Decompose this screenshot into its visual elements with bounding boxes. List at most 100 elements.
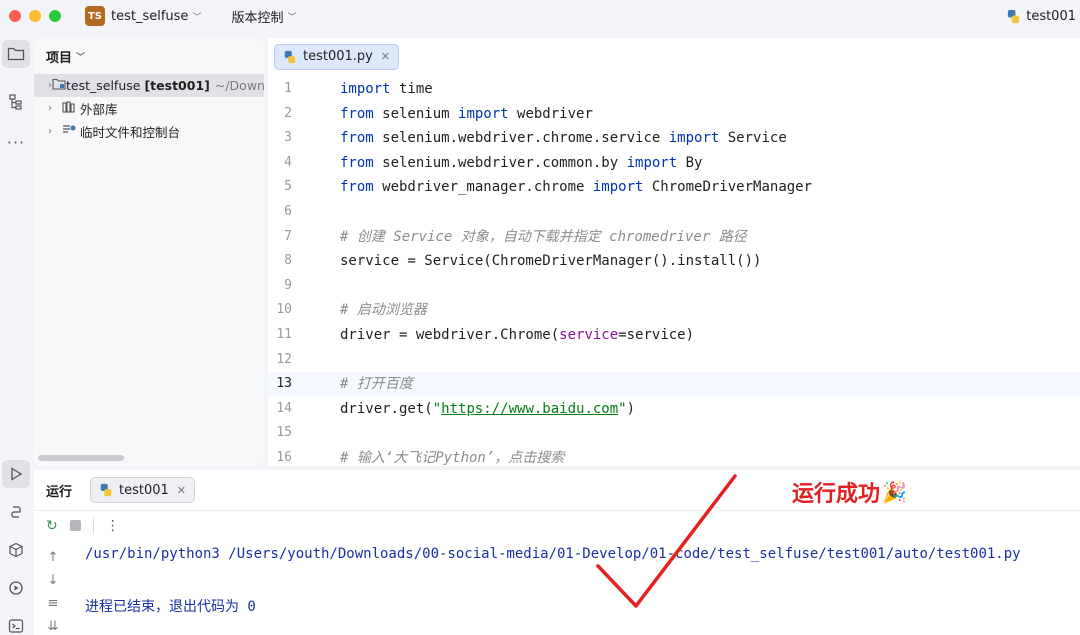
line-number: 15	[276, 425, 292, 441]
code-line: 16 # 输入‘大飞记Python’，点击搜索	[268, 446, 1080, 466]
project-selector[interactable]: test_selfuse	[111, 9, 188, 24]
success-annotation: 运行成功 🎉	[792, 476, 907, 508]
more-tools-button[interactable]: ···	[2, 128, 30, 156]
code-line: 7 # 创建 Service 对象，自动下载并指定 chromedriver 路径	[268, 225, 1080, 250]
rerun-icon[interactable]: ↻	[46, 518, 58, 534]
line-number: 12	[276, 351, 292, 367]
line-number: 3	[284, 130, 292, 146]
python-packages-button[interactable]	[2, 536, 30, 564]
python-icon	[1008, 9, 1020, 23]
code-line: 1 import time	[268, 77, 1080, 102]
run-tool-button[interactable]	[2, 460, 30, 488]
close-tab-icon[interactable]: ✕	[177, 484, 186, 497]
services-icon	[9, 581, 23, 595]
python-console-icon	[11, 506, 21, 518]
run-panel-header: 运行 test001 ✕	[34, 470, 1080, 510]
line-number: 13	[276, 376, 292, 392]
tree-item-external-libraries[interactable]: › 外部库	[34, 97, 264, 120]
editor-tab-test001[interactable]: test001.py ✕	[274, 43, 400, 70]
arrow-up-icon[interactable]: ↑	[48, 550, 59, 565]
library-icon	[62, 101, 80, 116]
code-line: 12	[268, 348, 1080, 373]
code-line: 9	[268, 274, 1080, 299]
code-line: 8 service = Service(ChromeDriverManager()…	[268, 249, 1080, 274]
chevron-right-icon[interactable]: ›	[48, 126, 62, 137]
tree-item-label: 外部库	[80, 102, 118, 117]
code-area[interactable]: 1 import time 2 from selenium import webdr…	[268, 77, 1080, 466]
line-number: 9	[284, 277, 292, 293]
close-tab-icon[interactable]: ✕	[381, 50, 390, 63]
horizontal-scrollbar[interactable]	[38, 455, 124, 461]
python-icon	[100, 483, 112, 497]
scroll-to-end-icon[interactable]: ⇊	[48, 619, 59, 634]
zoom-window-button[interactable]	[49, 10, 61, 22]
run-tab-label: test001	[119, 482, 169, 498]
chevron-right-icon[interactable]: ›	[48, 103, 62, 114]
line-number: 14	[276, 400, 292, 416]
tree-item-project-root[interactable]: › test_selfuse [test001] ~/Down	[34, 74, 264, 97]
project-panel: 项目 ﹀ › test_selfuse [test001] ~/Down › 外…	[34, 38, 264, 466]
code-line: 3 from selenium.webdriver.chrome.service …	[268, 126, 1080, 151]
run-config-label: test001	[1026, 8, 1076, 24]
python-console-button[interactable]	[2, 498, 30, 526]
tree-item-detail: [test001]	[144, 78, 210, 93]
stop-icon[interactable]	[69, 520, 81, 531]
activity-bar: ···	[0, 32, 32, 635]
run-panel-title: 运行	[46, 484, 73, 500]
line-number: 6	[284, 203, 292, 219]
close-window-button[interactable]	[9, 10, 21, 22]
chevron-down-icon: ﹀	[76, 52, 86, 63]
terminal-icon	[8, 619, 24, 633]
code-line: 6	[268, 200, 1080, 225]
project-badge[interactable]: TS	[85, 6, 105, 26]
arrow-down-icon[interactable]: ↓	[48, 573, 59, 588]
line-number: 1	[284, 81, 292, 96]
line-number: 5	[284, 179, 292, 195]
line-number: 2	[284, 105, 292, 121]
line-number: 8	[284, 253, 292, 269]
more-options-icon[interactable]: ⋮	[106, 518, 120, 534]
console-side-toolbar: ↑ ↓ ≡ ⇊	[44, 550, 62, 634]
run-toolbar: ↻ ⋮	[34, 510, 1080, 540]
vcs-menu[interactable]: 版本控制	[231, 7, 283, 26]
tree-item-path: ~/Down	[214, 78, 264, 93]
chevron-down-icon: ﹀	[192, 12, 202, 23]
project-tool-button[interactable]	[2, 40, 30, 68]
terminal-button[interactable]	[2, 612, 30, 635]
folder-icon	[52, 78, 66, 93]
minimize-window-button[interactable]	[29, 10, 41, 22]
tree-item-scratches[interactable]: › 临时文件和控制台	[34, 120, 264, 143]
console-output-line: 进程已结束，退出代码为 0	[85, 599, 256, 615]
code-line: 15	[268, 421, 1080, 446]
project-panel-title: 项目	[46, 50, 73, 66]
tree-item-label: 临时文件和控制台	[80, 125, 181, 140]
python-file-icon	[284, 50, 296, 63]
soft-wrap-icon[interactable]: ≡	[48, 596, 59, 611]
line-number: 7	[284, 228, 292, 244]
code-line: 14 driver.get("https://www.baidu.com")	[268, 397, 1080, 422]
code-line: 10 # 启动浏览器	[268, 298, 1080, 323]
chevron-down-icon: ﹀	[287, 12, 297, 23]
code-url-link[interactable]: https://www.baidu.com	[441, 401, 618, 417]
code-line: 11 driver = webdriver.Chrome(service=serv…	[268, 323, 1080, 348]
line-number: 16	[276, 449, 292, 465]
line-number: 11	[276, 326, 292, 342]
run-tab-test001[interactable]: test001 ✕	[90, 477, 196, 503]
folder-icon	[7, 47, 25, 61]
run-config-selector[interactable]: test001	[1006, 0, 1076, 32]
code-line: 5 from webdriver_manager.chrome import Ch…	[268, 175, 1080, 200]
console-output-line: /usr/bin/python3 /Users/youth/Downloads/…	[85, 546, 1021, 562]
line-number: 4	[284, 154, 292, 170]
run-panel: 运行 test001 ✕ ↻ ⋮ ↑ ↓ ≡ ⇊ /usr/bin/python…	[34, 470, 1080, 635]
services-button[interactable]	[2, 574, 30, 602]
more-icon: ···	[6, 132, 26, 152]
code-line: 2 from selenium import webdriver	[268, 102, 1080, 127]
packages-icon	[9, 542, 23, 558]
editor-tab-label: test001.py	[303, 49, 373, 64]
tree-item-label: test_selfuse	[66, 78, 141, 93]
structure-tool-button[interactable]	[2, 88, 30, 116]
structure-icon	[9, 94, 22, 110]
current-code-line: 13 # 打开百度	[268, 372, 1080, 397]
project-panel-header[interactable]: 项目 ﹀	[34, 38, 264, 74]
play-icon	[11, 467, 23, 481]
